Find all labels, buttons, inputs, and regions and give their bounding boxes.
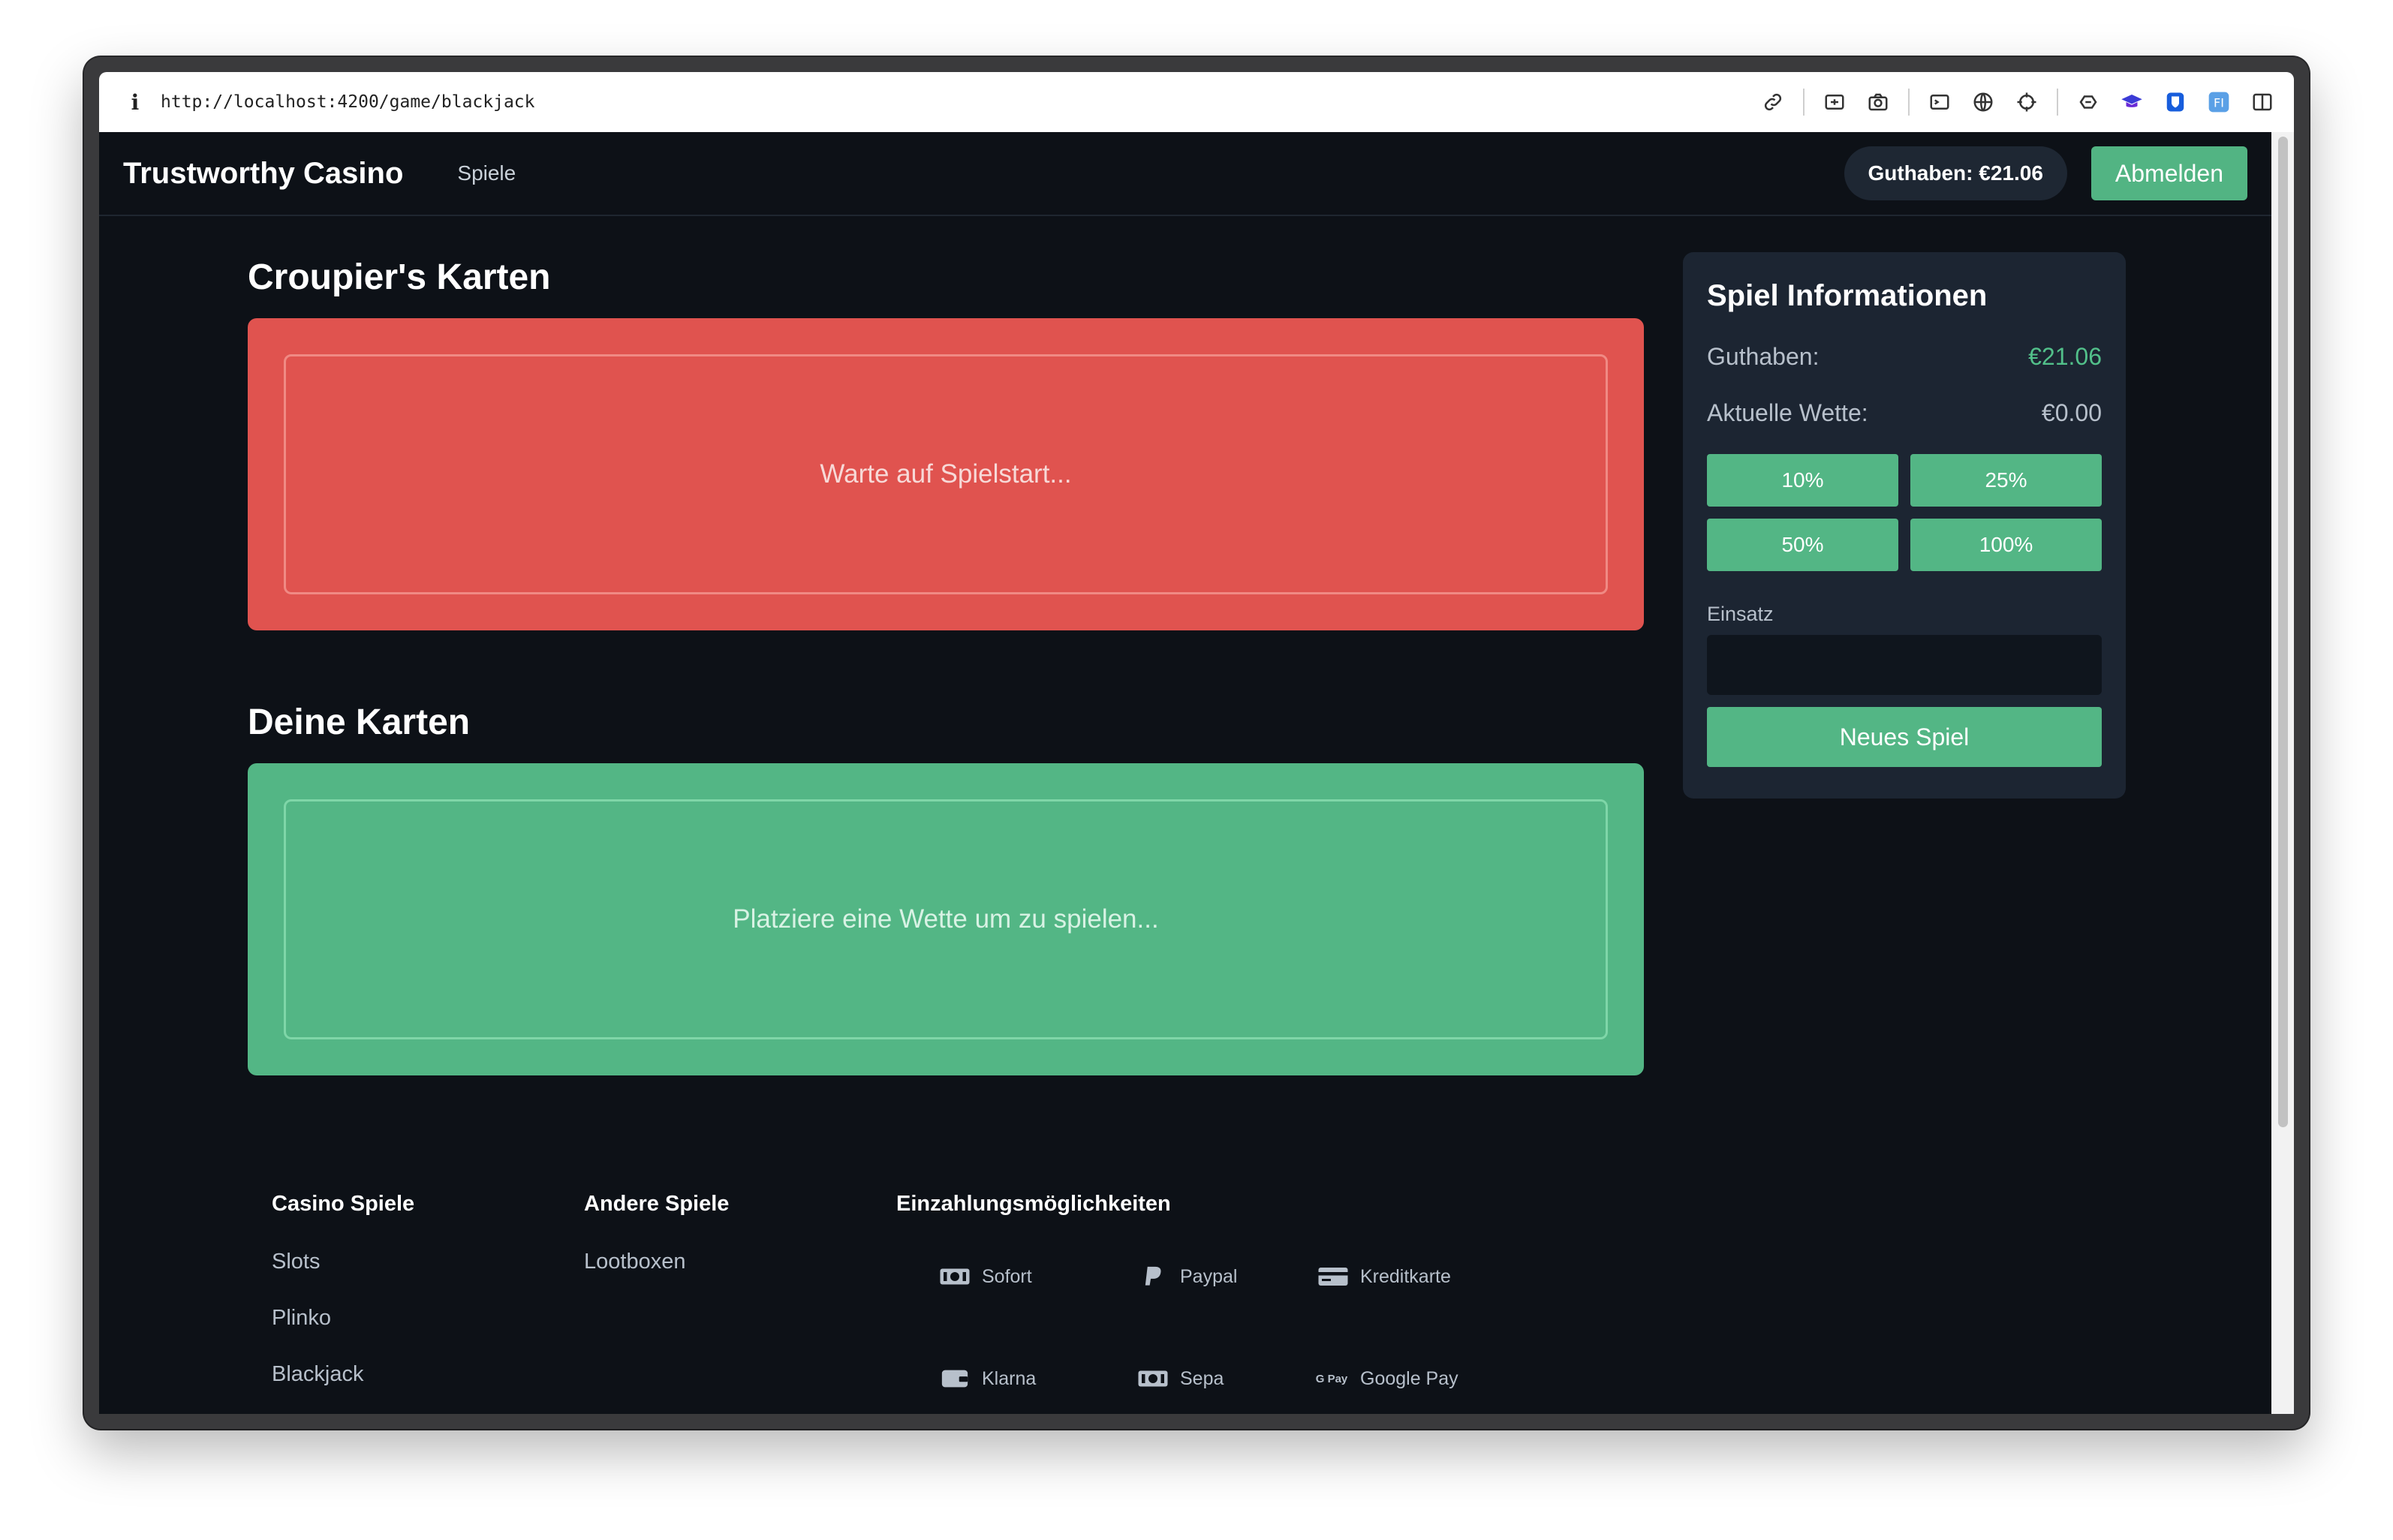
game-info-panel: Spiel Informationen Guthaben: €21.06 Akt…: [1683, 252, 2126, 799]
current-bet-label: Aktuelle Wette:: [1707, 399, 1868, 426]
scrollbar-thumb[interactable]: [2278, 137, 2288, 1127]
player-card-area: Platziere eine Wette um zu spielen...: [248, 763, 1644, 1075]
footer-link-lootboxes[interactable]: Lootboxen: [584, 1250, 729, 1274]
toolbar-icons: FI: [1759, 89, 2276, 116]
payment-label: Klarna: [982, 1367, 1037, 1389]
new-game-button[interactable]: Neues Spiel: [1707, 707, 2102, 767]
payment-paypal[interactable]: Paypal: [1136, 1265, 1237, 1288]
balance-label: Guthaben:: [1707, 343, 1820, 370]
info-icon[interactable]: i: [120, 90, 150, 115]
link-icon[interactable]: [1759, 89, 1786, 116]
globe-icon[interactable]: [1970, 89, 1997, 116]
current-bet-row: Aktuelle Wette: €0.00: [1707, 399, 2102, 427]
footer-payments: Einzahlungsmöglichkeiten: [896, 1192, 1171, 1217]
payment-sofort[interactable]: Sofort: [938, 1265, 1032, 1288]
toolbar-divider: [2057, 89, 2058, 116]
payment-label: Google Pay: [1360, 1367, 1458, 1389]
balance-value: €21.06: [2028, 343, 2102, 370]
dealer-card-area: Warte auf Spielstart...: [248, 318, 1644, 630]
player-placeholder: Platziere eine Wette um zu spielen...: [284, 799, 1608, 1039]
google-pay-icon: G Pay: [1315, 1372, 1348, 1385]
footer-link-slots[interactable]: Slots: [272, 1250, 414, 1274]
player-cards-title: Deine Karten: [248, 702, 471, 742]
camera-icon[interactable]: [1865, 89, 1892, 116]
footer-link-blackjack[interactable]: Blackjack: [272, 1362, 414, 1387]
payment-klarna[interactable]: Klarna: [938, 1367, 1036, 1390]
crosshair-icon[interactable]: [2013, 89, 2040, 116]
payment-label: Sofort: [982, 1265, 1032, 1287]
bet-25-percent-button[interactable]: 25%: [1910, 454, 2102, 507]
stake-input[interactable]: [1707, 635, 2102, 695]
balance-badge: Guthaben: €21.06: [1844, 146, 2067, 200]
paypal-icon: [1136, 1265, 1169, 1288]
balance-row: Guthaben: €21.06: [1707, 343, 2102, 371]
bet-percent-buttons: 10% 25% 50% 100%: [1707, 454, 2102, 571]
terminal-icon[interactable]: [1926, 89, 1953, 116]
extension-icon[interactable]: [2075, 89, 2102, 116]
top-navbar: Trustworthy Casino Spiele Guthaben: €21.…: [99, 132, 2271, 216]
bet-100-percent-button[interactable]: 100%: [1910, 519, 2102, 571]
svg-text:FI: FI: [2214, 96, 2224, 110]
toolbar-divider: [1803, 89, 1805, 116]
footer-casino-games-heading: Casino Spiele: [272, 1192, 415, 1216]
nav-link-games[interactable]: Spiele: [457, 161, 516, 185]
browser-toolbar: i http://localhost:4200/game/blackjack F…: [99, 72, 2294, 132]
graduation-cap-icon[interactable]: [2118, 89, 2145, 116]
page-scrollbar[interactable]: [2271, 132, 2294, 1414]
brand-logo[interactable]: Trustworthy Casino: [123, 157, 403, 191]
bet-50-percent-button[interactable]: 50%: [1707, 519, 1898, 571]
bitwarden-icon[interactable]: [2162, 89, 2189, 116]
dealer-cards-title: Croupier's Karten: [248, 257, 551, 297]
browser-window: i http://localhost:4200/game/blackjack F…: [84, 57, 2309, 1429]
footer-other-games-heading: Andere Spiele: [584, 1192, 730, 1216]
bet-10-percent-button[interactable]: 10%: [1707, 454, 1898, 507]
stake-label: Einsatz: [1707, 603, 1774, 625]
payment-label: Sepa: [1180, 1367, 1224, 1389]
payment-label: Paypal: [1180, 1265, 1238, 1287]
footer-casino-games: Casino Spiele Slots Plinko Blackjack: [272, 1192, 414, 1387]
footer-other-games: Andere Spiele Lootboxen: [584, 1192, 729, 1274]
logout-button[interactable]: Abmelden: [2090, 146, 2247, 200]
payment-google-pay[interactable]: G Pay Google Pay: [1314, 1367, 1458, 1390]
money-icon: [938, 1265, 971, 1288]
info-panel-title: Spiel Informationen: [1707, 279, 1988, 312]
credit-card-icon: [1317, 1265, 1350, 1288]
payment-label: Kreditkarte: [1360, 1265, 1451, 1287]
dealer-placeholder: Warte auf Spielstart...: [284, 354, 1608, 594]
sidebar-icon[interactable]: [2249, 89, 2276, 116]
money-icon: [1136, 1367, 1169, 1390]
screen-capture-icon[interactable]: [1821, 89, 1848, 116]
footer-payments-heading: Einzahlungsmöglichkeiten: [896, 1192, 1171, 1216]
current-bet-value: €0.00: [2041, 399, 2102, 426]
payment-sepa[interactable]: Sepa: [1136, 1367, 1224, 1390]
url-bar[interactable]: http://localhost:4200/game/blackjack: [161, 92, 535, 112]
toolbar-divider: [1908, 89, 1910, 116]
payment-credit-card[interactable]: Kreditkarte: [1317, 1265, 1451, 1288]
footer-link-plinko[interactable]: Plinko: [272, 1306, 414, 1331]
fi-icon[interactable]: FI: [2205, 89, 2232, 116]
page-viewport: Trustworthy Casino Spiele Guthaben: €21.…: [99, 132, 2294, 1414]
wallet-icon: [938, 1367, 971, 1390]
